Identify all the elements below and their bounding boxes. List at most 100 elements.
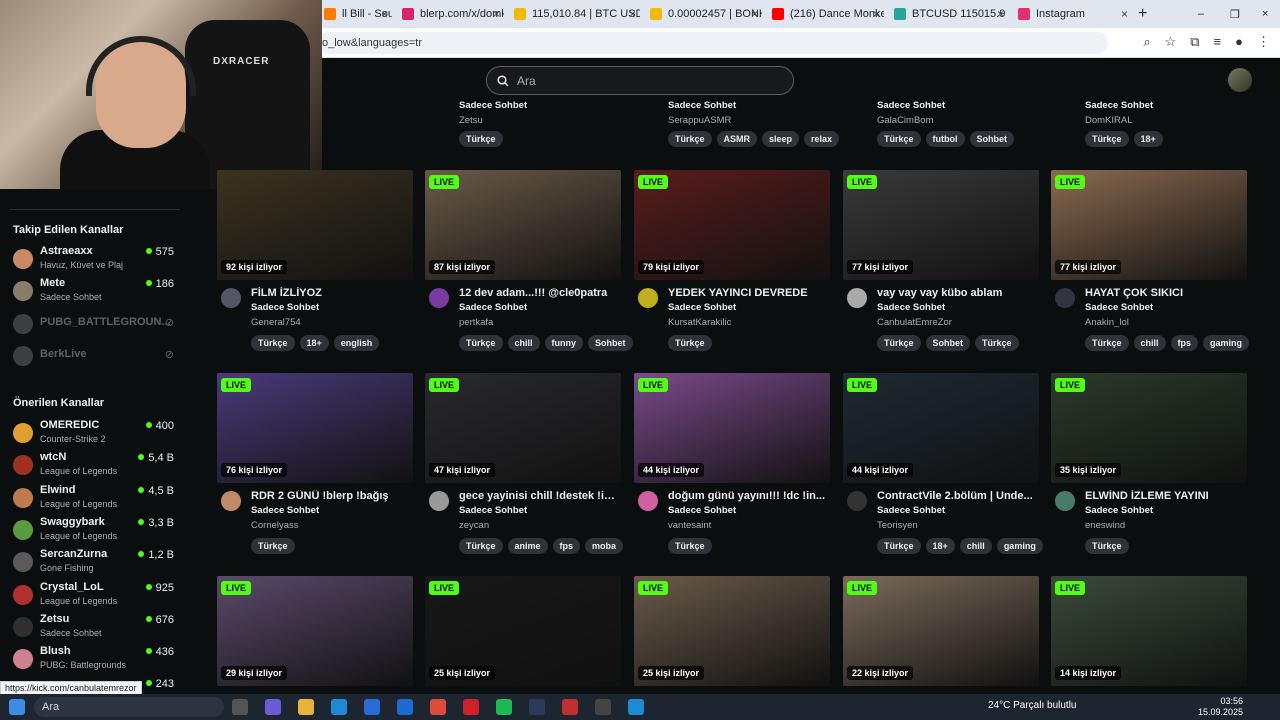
user-avatar[interactable] [1228,68,1252,92]
sidebar-channel[interactable]: Blush PUBG: Battlegrounds 436 [13,645,178,675]
app-icon[interactable] [562,699,578,715]
tag-chip[interactable]: Türkçe [975,335,1019,351]
tag-chip[interactable]: ASMR [716,131,758,147]
sidebar-channel[interactable]: OMEREDIC Counter-Strike 2 400 [13,419,178,449]
sidebar-channel[interactable]: Elwind League of Legends 4,5 B [13,484,178,514]
stream-thumbnail[interactable]: LIVE 22 kişi izliyor [843,576,1039,686]
tag-chip[interactable]: Türkçe [459,131,503,147]
opera-icon[interactable] [463,699,479,715]
close-window-button[interactable]: × [1262,3,1268,25]
stream-category[interactable]: Sadece Sohbet [1085,302,1153,313]
browser-tab[interactable]: ll Bill - Sound× [318,3,392,25]
tab-close-icon[interactable]: × [873,7,880,21]
stream-category[interactable]: Sadece Sohbet [877,100,945,111]
url-field[interactable]: o_low&languages=tr [318,32,1108,54]
stream-category[interactable]: Sadece Sohbet [459,302,527,313]
stream-title[interactable]: 12 dev adam...!!! @cle0patra [459,287,619,299]
tag-chip[interactable]: 18+ [1133,131,1163,147]
sidebar-channel[interactable]: Swaggybark League of Legends 3,3 B [13,516,178,546]
browser-tab[interactable]: 115,010.84 | BTC USD × [508,3,640,25]
channel-avatar[interactable] [1055,491,1075,511]
tag-chip[interactable]: funny [544,335,584,351]
stream-card[interactable]: LIVE 77 kişi izliyor vay vay vay kübo abla… [843,170,1039,370]
stream-card[interactable]: LIVE 79 kişi izliyor YEDEK YAYINCI DEVREDE… [634,170,830,370]
stream-username[interactable]: zeycan [459,520,489,531]
stream-card[interactable]: LIVE 35 kişi izliyor ELWİND İZLEME YAYINI S… [1051,373,1247,573]
menu-dots-icon[interactable]: ⋮ [1257,34,1270,50]
sidebar-channel[interactable]: Zetsu Sadece Sohbet 676 [13,613,178,643]
tag-chip[interactable]: moba [585,538,624,554]
clock[interactable]: 03:56 15.09.2025 [1198,696,1243,718]
tag-chip[interactable]: Sohbet [925,335,971,351]
channel-avatar[interactable] [1055,288,1075,308]
tag-chip[interactable]: Türkçe [1085,335,1129,351]
stream-username[interactable]: KursatKarakilic [668,317,731,328]
copilot-icon[interactable] [265,699,281,715]
edge-icon[interactable] [331,699,347,715]
stream-card[interactable]: LIVE 47 kişi izliyor gece yayinisi chill !… [425,373,624,573]
tag-chip[interactable]: english [333,335,380,351]
tag-chip[interactable]: Türkçe [1085,131,1129,147]
tag-chip[interactable]: 18+ [299,335,329,351]
stream-title[interactable]: FİLM İZLİYOZ [251,287,411,299]
stream-thumbnail[interactable]: LIVE 87 kişi izliyor [425,170,621,280]
tag-chip[interactable]: futbol [925,131,965,147]
tag-chip[interactable]: Türkçe [251,335,295,351]
stream-card[interactable]: LIVE 14 kişi izliyor [1051,576,1247,686]
channel-avatar[interactable] [638,491,658,511]
tab-close-icon[interactable]: × [381,7,388,21]
tab-close-icon[interactable]: × [629,7,636,21]
tab-close-icon[interactable]: × [493,7,500,21]
taskbar-search[interactable]: Ara [34,697,224,717]
search-input[interactable]: Ara [486,66,794,95]
stream-card[interactable]: LIVE 77 kişi izliyor HAYAT ÇOK SIKICI Sadec… [1051,170,1250,370]
tag-chip[interactable]: Türkçe [877,335,921,351]
stream-thumbnail[interactable]: LIVE 77 kişi izliyor [843,170,1039,280]
obs-icon[interactable] [595,699,611,715]
stream-card[interactable]: 92 kişi izliyor FİLM İZLİYOZ Sadece Sohbet… [217,170,413,370]
tag-chip[interactable]: Sohbet [969,131,1015,147]
stream-card[interactable]: LIVE 44 kişi izliyor ContractVile 2.bölüm … [843,373,1043,573]
stream-category[interactable]: Sadece Sohbet [251,302,319,313]
restore-button[interactable]: ❐ [1230,3,1240,25]
stream-username[interactable]: Zetsu [459,115,483,126]
weather-widget[interactable]: 24°C Parçalı bulutlu [988,700,1077,711]
stream-category[interactable]: Sadece Sohbet [1085,505,1153,516]
new-tab-button[interactable]: + [1138,3,1147,25]
stream-title[interactable]: RDR 2 GÜNÜ !blerp !bağış [251,490,411,502]
stream-thumbnail[interactable]: LIVE 79 kişi izliyor [634,170,830,280]
tag-chip[interactable]: chill [507,335,540,351]
browser-tab[interactable]: blerp.com/x/domkiral× [396,3,504,25]
extensions-icon[interactable]: ⧉ [1190,34,1199,50]
stream-thumbnail[interactable]: LIVE 29 kişi izliyor [217,576,413,686]
app2-icon[interactable] [628,699,644,715]
tag-chip[interactable]: Türkçe [877,131,921,147]
stream-category[interactable]: Sadece Sohbet [877,505,945,516]
sidebar-channel[interactable]: SercanZurna Gone Fishing 1,2 B [13,548,178,578]
stream-username[interactable]: SerappuASMR [668,115,731,126]
tag-chip[interactable]: 18+ [925,538,955,554]
browser-tab[interactable]: BTCUSD 115015.9 × [888,3,1008,25]
stream-card[interactable]: LIVE 25 kişi izliyor [634,576,830,686]
stream-category[interactable]: Sadece Sohbet [459,100,527,111]
stream-username[interactable]: Cornelyass [251,520,299,531]
stream-category[interactable]: Sadece Sohbet [877,302,945,313]
browser-tab[interactable]: (216) Dance Monkey × [766,3,884,25]
channel-avatar[interactable] [847,491,867,511]
tag-chip[interactable]: gaming [996,538,1043,554]
task-view-icon[interactable] [232,699,248,715]
stream-category[interactable]: Sadece Sohbet [668,100,736,111]
stream-username[interactable]: CanbulatEmreZor [877,317,952,328]
stream-thumbnail[interactable]: LIVE 77 kişi izliyor [1051,170,1247,280]
stream-username[interactable]: Teorisyen [877,520,918,531]
sidebar-channel[interactable]: Mete Sadece Sohbet 186 [13,277,178,307]
file-explorer-icon[interactable] [298,699,314,715]
stream-thumbnail[interactable]: LIVE 76 kişi izliyor [217,373,413,483]
stream-username[interactable]: pertkafa [459,317,493,328]
stream-title[interactable]: YEDEK YAYINCI DEVREDE [668,287,828,299]
stream-card[interactable]: LIVE 87 kişi izliyor 12 dev adam...!!! @cl… [425,170,633,370]
stream-username[interactable]: GalaCimBom [877,115,934,126]
tab-close-icon[interactable]: × [1121,7,1128,21]
tag-chip[interactable]: fps [1170,335,1199,351]
stream-title[interactable]: HAYAT ÇOK SIKICI [1085,287,1245,299]
